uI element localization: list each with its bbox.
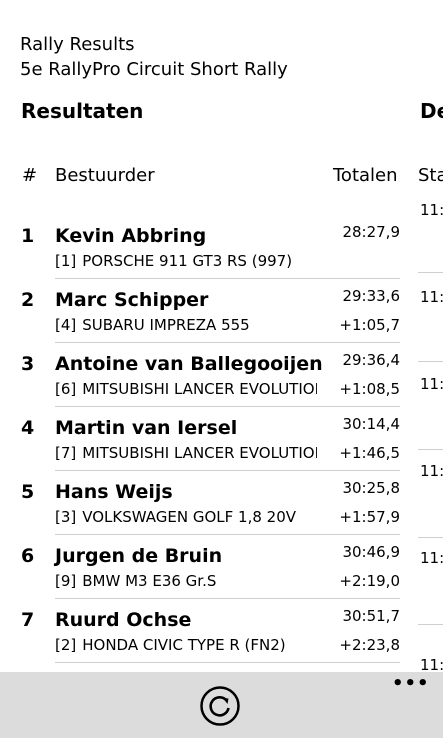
row-divider xyxy=(418,624,443,625)
start-time: 11: xyxy=(420,288,443,306)
column-header-driver: Bestuurder xyxy=(55,165,155,186)
column-header-total: Totalen xyxy=(333,165,398,186)
driver-name: Antoine van Ballegooijen xyxy=(55,353,323,375)
car-line: [9] BMW M3 E36 Gr.S xyxy=(55,571,317,591)
app-bar: ••• xyxy=(0,672,443,738)
result-row[interactable]: 1 Kevin Abbring [1] PORSCHE 911 GT3 RS (9… xyxy=(0,223,400,288)
app-title: Rally Results xyxy=(20,34,135,55)
row-divider xyxy=(55,662,400,663)
row-divider xyxy=(418,361,443,362)
car-model: BMW M3 E36 Gr.S xyxy=(82,572,217,590)
result-row[interactable]: 7 Ruurd Ochse [2] HONDA CIVIC TYPE R (FN2… xyxy=(0,607,400,672)
driver-name: Kevin Abbring xyxy=(55,225,207,247)
total-time: 30:51,7 xyxy=(342,607,400,625)
total-time: 30:46,9 xyxy=(342,543,400,561)
total-time: 29:36,4 xyxy=(342,351,400,369)
result-row[interactable]: 5 Hans Weijs [3] VOLKSWAGEN GOLF 1,8 20V … xyxy=(0,479,400,544)
pivot-header-results[interactable]: Resultaten xyxy=(21,98,143,124)
start-time: 11: xyxy=(420,462,443,480)
car-line: [2] HONDA CIVIC TYPE R (FN2) xyxy=(55,635,317,655)
row-divider xyxy=(418,537,443,538)
position: 3 xyxy=(21,353,35,375)
car-number: [7] xyxy=(55,444,77,462)
position: 7 xyxy=(21,609,35,631)
total-time: 30:25,8 xyxy=(342,479,400,497)
second-pivot-column-header: Sta xyxy=(418,165,443,186)
result-row[interactable]: 3 Antoine van Ballegooijen [6] MITSUBISHI… xyxy=(0,351,400,416)
row-divider xyxy=(55,278,400,279)
car-number: [2] xyxy=(55,636,77,654)
result-row[interactable]: 6 Jurgen de Bruin [9] BMW M3 E36 Gr.S 30:… xyxy=(0,543,400,608)
result-row[interactable]: 2 Marc Schipper [4] SUBARU IMPREZA 555 29… xyxy=(0,287,400,352)
driver-name: Ruurd Ochse xyxy=(55,609,192,631)
car-line: [7] MITSUBISHI LANCER EVOLUTION xyxy=(55,443,317,463)
row-divider xyxy=(418,272,443,273)
driver-name: Martin van Iersel xyxy=(55,417,238,439)
row-divider xyxy=(418,449,443,450)
car-line: [1] PORSCHE 911 GT3 RS (997) xyxy=(55,251,317,271)
row-divider xyxy=(55,598,400,599)
total-time: 28:27,9 xyxy=(342,223,400,241)
total-time: 29:33,6 xyxy=(342,287,400,305)
time-difference: +1:05,7 xyxy=(339,316,400,334)
time-difference: +1:08,5 xyxy=(339,380,400,398)
app-subtitle: 5e RallyPro Circuit Short Rally xyxy=(20,59,288,80)
car-line: [4] SUBARU IMPREZA 555 xyxy=(55,315,317,335)
time-difference: +2:23,8 xyxy=(339,636,400,654)
column-header-position: # xyxy=(22,165,38,186)
driver-name: Marc Schipper xyxy=(55,289,209,311)
start-time: 11: xyxy=(420,375,443,393)
driver-name: Hans Weijs xyxy=(55,481,173,503)
position: 2 xyxy=(21,289,35,311)
position: 5 xyxy=(21,481,35,503)
more-button[interactable]: ••• xyxy=(392,675,429,696)
row-divider xyxy=(55,342,400,343)
row-divider xyxy=(55,534,400,535)
pivot-header-next[interactable]: De xyxy=(420,98,443,124)
car-line: [6] MITSUBISHI LANCER EVOLUTION xyxy=(55,379,317,399)
car-number: [6] xyxy=(55,380,77,398)
row-divider xyxy=(55,470,400,471)
row-divider xyxy=(55,406,400,407)
car-model: MITSUBISHI LANCER EVOLUTION xyxy=(82,380,317,398)
time-difference: +1:57,9 xyxy=(339,508,400,526)
car-number: [1] xyxy=(55,252,77,270)
refresh-button[interactable] xyxy=(199,685,241,727)
car-number: [9] xyxy=(55,572,77,590)
car-model: MITSUBISHI LANCER EVOLUTION xyxy=(82,444,317,462)
car-model: VOLKSWAGEN GOLF 1,8 20V xyxy=(82,508,297,526)
result-row[interactable]: 4 Martin van Iersel [7] MITSUBISHI LANCER… xyxy=(0,415,400,480)
car-model: HONDA CIVIC TYPE R (FN2) xyxy=(82,636,286,654)
car-number: [3] xyxy=(55,508,77,526)
car-line: [3] VOLKSWAGEN GOLF 1,8 20V xyxy=(55,507,317,527)
start-time: 11: xyxy=(420,549,443,567)
refresh-icon xyxy=(200,686,240,726)
time-difference: +2:19,0 xyxy=(339,572,400,590)
position: 6 xyxy=(21,545,35,567)
total-time: 30:14,4 xyxy=(342,415,400,433)
position: 1 xyxy=(21,225,35,247)
time-difference: +1:46,5 xyxy=(339,444,400,462)
car-model: SUBARU IMPREZA 555 xyxy=(82,316,250,334)
position: 4 xyxy=(21,417,35,439)
car-number: [4] xyxy=(55,316,77,334)
car-model: PORSCHE 911 GT3 RS (997) xyxy=(82,252,293,270)
driver-name: Jurgen de Bruin xyxy=(55,545,223,567)
start-time: 11: xyxy=(420,201,443,219)
